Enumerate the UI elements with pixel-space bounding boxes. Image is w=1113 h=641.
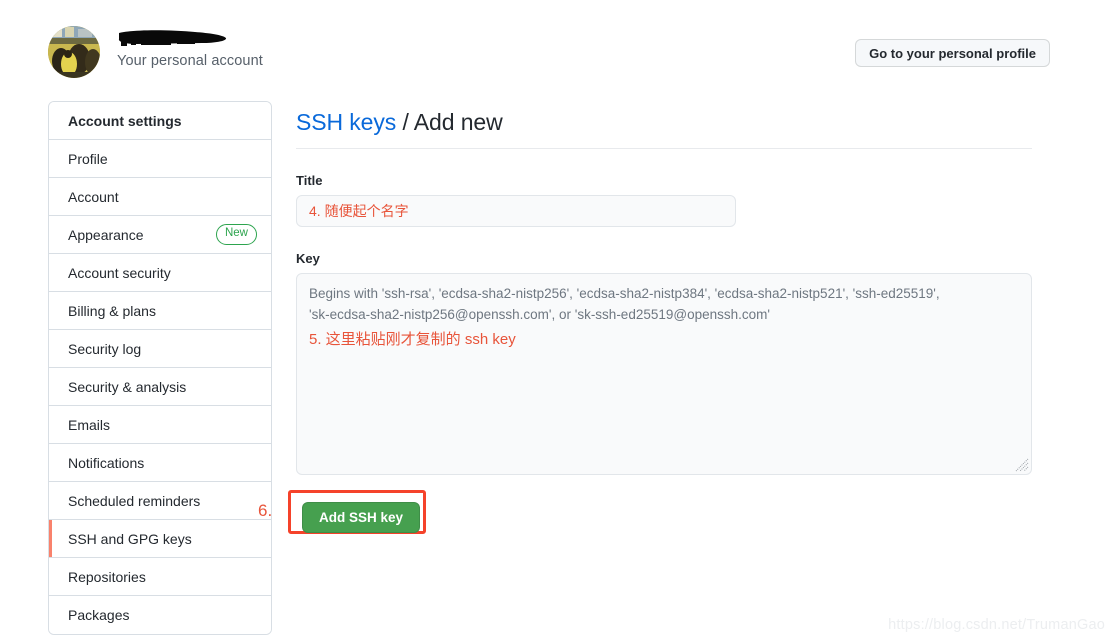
sidebar-item-repositories[interactable]: Repositories <box>49 558 271 596</box>
add-ssh-key-button[interactable]: Add SSH key <box>302 502 421 533</box>
sidebar-item-label: Notifications <box>68 454 145 471</box>
redacted-username <box>117 28 227 47</box>
main-content: SSH keys / Add new Title 4. 随便起个名字 Key B… <box>258 101 1032 535</box>
sidebar-item-label: Billing & plans <box>68 302 156 319</box>
sidebar-item-label: Repositories <box>68 568 146 585</box>
sidebar-item-notifications[interactable]: Notifications <box>49 444 271 482</box>
sidebar-item-label: Account security <box>68 264 171 281</box>
sidebar-item-label: Security & analysis <box>68 378 187 395</box>
resize-handle-icon[interactable] <box>1015 458 1029 472</box>
watermark: https://blog.csdn.net/TrumanGao <box>888 617 1105 633</box>
title-input-value: 4. 随便起个名字 <box>309 203 409 219</box>
sidebar-item-security-and-analysis[interactable]: Security & analysis <box>49 368 271 406</box>
breadcrumb-separator: / <box>396 109 414 135</box>
sidebar-item-account-settings: Account settings <box>49 102 271 140</box>
key-annotation-note: 5. 这里粘贴刚才复制的 ssh key <box>309 331 516 348</box>
status-badge-new: New <box>215 224 257 245</box>
sidebar-item-account-security[interactable]: Account security <box>49 254 271 292</box>
sidebar-item-account[interactable]: Account <box>49 178 271 216</box>
title-divider <box>296 148 1032 149</box>
key-placeholder-line-2: 'sk-ecdsa-sha2-nistp256@openssh.com', or… <box>309 307 770 322</box>
breadcrumb-link-ssh-keys[interactable]: SSH keys <box>296 109 396 135</box>
page-header: Your personal account Go to your persona… <box>0 0 1113 100</box>
sidebar-item-label: SSH and GPG keys <box>68 530 192 547</box>
account-subtitle: Your personal account <box>117 53 263 69</box>
sidebar-item-security-log[interactable]: Security log <box>49 330 271 368</box>
breadcrumb-current: Add new <box>413 109 503 135</box>
sidebar-item-label: Scheduled reminders <box>68 492 201 509</box>
sidebar-item-label: Appearance <box>68 226 144 243</box>
redaction-scribble-icon <box>118 30 227 46</box>
go-to-personal-profile-button[interactable]: Go to your personal profile <box>855 39 1050 67</box>
sidebar-item-scheduled-reminders[interactable]: Scheduled reminders <box>49 482 271 520</box>
account-text: Your personal account <box>117 26 263 71</box>
settings-sidebar: Account settings Profile Account Appeara… <box>48 101 272 635</box>
sidebar-item-packages[interactable]: Packages <box>49 596 271 634</box>
sidebar-item-appearance[interactable]: Appearance New <box>49 216 271 254</box>
user-photo-avatar-icon <box>48 26 100 78</box>
step-marker-6: 6. <box>258 501 273 520</box>
avatar[interactable] <box>48 26 100 78</box>
submit-row: 6. Add SSH key <box>258 490 1032 535</box>
sidebar-item-label: Profile <box>68 150 108 167</box>
sidebar-item-label: Emails <box>68 416 111 433</box>
account-block: Your personal account <box>48 26 263 78</box>
sidebar-item-ssh-and-gpg-keys[interactable]: SSH and GPG keys <box>49 520 271 558</box>
sidebar-item-label: Security log <box>68 340 142 357</box>
sidebar-item-billing-and-plans[interactable]: Billing & plans <box>49 292 271 330</box>
page-title: SSH keys / Add new <box>296 101 1032 137</box>
sidebar-item-label: Account <box>68 188 119 205</box>
sidebar-item-label: Account settings <box>68 112 182 129</box>
key-field-label: Key <box>296 251 320 266</box>
title-input[interactable]: 4. 随便起个名字 <box>296 195 736 227</box>
sidebar-item-emails[interactable]: Emails <box>49 406 271 444</box>
key-textarea[interactable]: Begins with 'ssh-rsa', 'ecdsa-sha2-nistp… <box>296 273 1032 475</box>
sidebar-item-profile[interactable]: Profile <box>49 140 271 178</box>
title-field-label: Title <box>296 173 323 188</box>
sidebar-item-label: Packages <box>68 607 130 623</box>
key-placeholder-line-1: Begins with 'ssh-rsa', 'ecdsa-sha2-nistp… <box>309 286 940 301</box>
